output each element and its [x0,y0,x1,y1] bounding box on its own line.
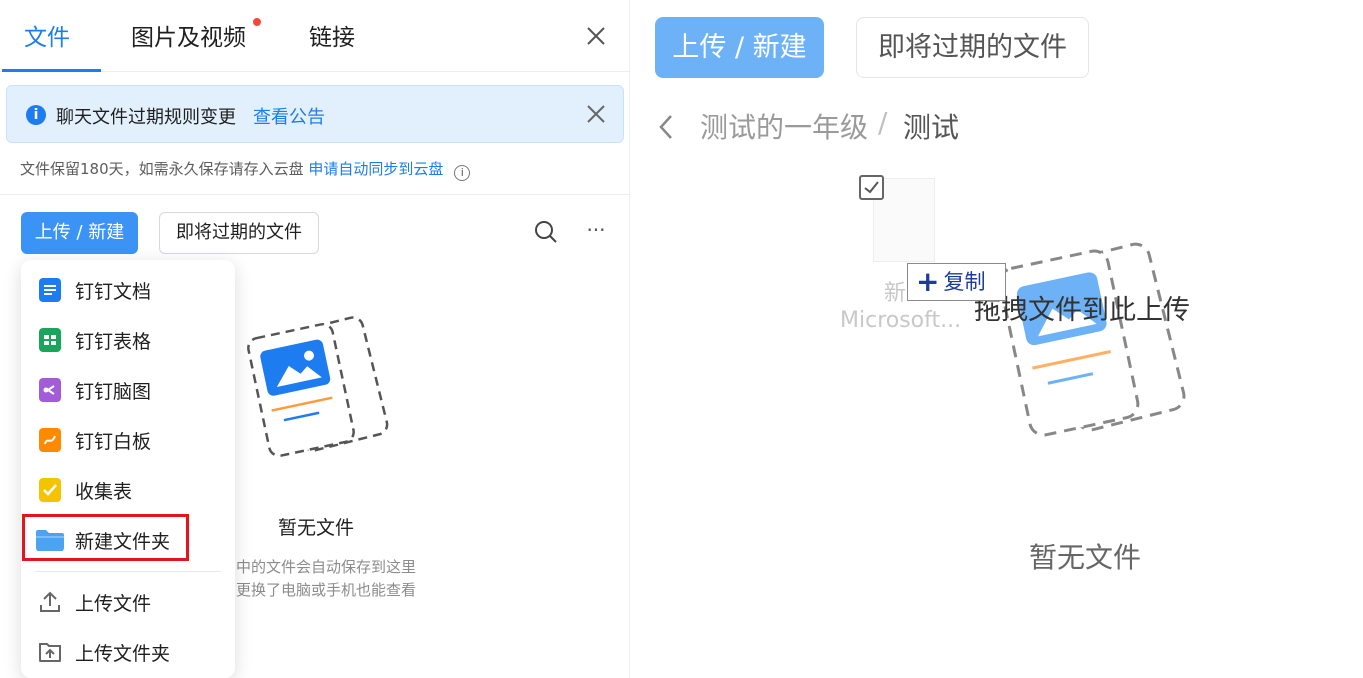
dragged-file-name: 新 [884,281,907,306]
empty-description: 中的文件会自动保存到这里 更换了电脑或手机也能查看 [236,556,416,602]
form-icon [39,478,61,502]
empty-title: 暂无文件 [1029,541,1142,574]
sheet-icon [39,328,61,352]
dragged-file-name-ext: Microsoft... [840,308,962,333]
app-root: 文件 图片及视频 链接 i 聊天文件过期规则变更 查看公告 文件保留180天，如… [0,0,1363,678]
menu-item-label: 钉钉脑图 [75,381,152,403]
menu-item-upload-folder[interactable]: 上传文件夹 [21,630,235,674]
checkbox-icon [859,175,884,200]
mindmap-icon [39,378,61,402]
whiteboard-icon [39,428,61,452]
chevron-left-icon[interactable] [656,112,676,142]
divider [0,194,630,195]
help-icon[interactable]: i [454,165,471,181]
expiring-files-button-large[interactable]: 即将过期的文件 [856,17,1089,78]
notice-link[interactable]: 查看公告 [253,103,325,129]
tab-links[interactable]: 链接 [309,18,355,52]
upload-icon [40,591,60,612]
upload-new-menu: 钉钉文档 钉钉表格 钉钉脑图 钉钉白板 收集表 新建文件夹 上传文件 上传文件夹 [21,260,235,678]
empty-desc-line: 中的文件会自动保存到这里 [236,558,417,576]
upload-new-button-large[interactable]: 上传 / 新建 [655,17,824,78]
tab-media[interactable]: 图片及视频 [131,18,246,52]
menu-item-label: 收集表 [75,481,133,503]
retention-info: 文件保留180天，如需永久保存请存入云盘 申请自动同步到云盘 i [20,158,471,181]
menu-item-label: 钉钉白板 [75,431,152,453]
folder-view-panel: 上传 / 新建 即将过期的文件 测试的一年级 / 测试 新 Microsoft.… [632,0,1363,678]
search-icon[interactable] [533,219,559,245]
retention-text: 文件保留180天，如需永久保存请存入云盘 [20,160,304,178]
file-panel: 文件 图片及视频 链接 i 聊天文件过期规则变更 查看公告 文件保留180天，如… [0,0,630,678]
drop-zone-hint: 拖拽文件到此上传 [974,295,1190,326]
menu-item-dingtalk-mindmap[interactable]: 钉钉脑图 [21,368,235,412]
sync-cloud-link[interactable]: 申请自动同步到云盘 [308,160,443,178]
menu-item-dingtalk-sheet[interactable]: 钉钉表格 [21,318,235,362]
more-options-icon[interactable]: ··· [584,220,608,244]
highlight-box [22,514,189,561]
menu-item-label: 上传文件 [75,593,152,615]
menu-item-label: 钉钉表格 [75,331,152,353]
breadcrumb-parent[interactable]: 测试的一年级 [700,106,868,146]
menu-item-dingtalk-whiteboard[interactable]: 钉钉白板 [21,418,235,462]
notice-close-icon[interactable] [585,103,607,125]
plus-icon: + [916,265,940,298]
empty-folder-illustration [998,242,1186,437]
menu-item-dingtalk-doc[interactable]: 钉钉文档 [21,268,235,312]
expiring-files-button[interactable]: 即将过期的文件 [159,212,319,254]
menu-item-collect-form[interactable]: 收集表 [21,468,235,512]
close-icon[interactable] [584,24,608,48]
notice-text: 聊天文件过期规则变更 [56,107,236,128]
menu-item-upload-file[interactable]: 上传文件 [21,580,235,624]
upload-folder-icon [39,643,61,662]
tab-files[interactable]: 文件 [24,18,70,52]
doc-icon [39,278,61,302]
info-icon: i [26,105,46,125]
active-tab-indicator [2,69,101,72]
empty-title: 暂无文件 [278,517,355,539]
notice-banner: i 聊天文件过期规则变更 查看公告 [6,85,624,143]
copy-label: 复制 [943,270,986,294]
menu-item-label: 钉钉文档 [75,281,152,303]
empty-desc-line: 更换了电脑或手机也能查看 [236,581,417,599]
unread-dot [253,18,261,26]
menu-item-label: 上传文件夹 [75,643,171,665]
tab-bar: 文件 图片及视频 链接 [0,0,630,72]
copy-drag-tooltip: + 复制 [907,263,1006,301]
upload-new-button[interactable]: 上传 / 新建 [21,212,138,254]
breadcrumb-separator: / [878,106,888,139]
empty-folder-illustration [247,316,389,458]
breadcrumb-current: 测试 [903,111,960,144]
menu-divider [35,571,221,572]
